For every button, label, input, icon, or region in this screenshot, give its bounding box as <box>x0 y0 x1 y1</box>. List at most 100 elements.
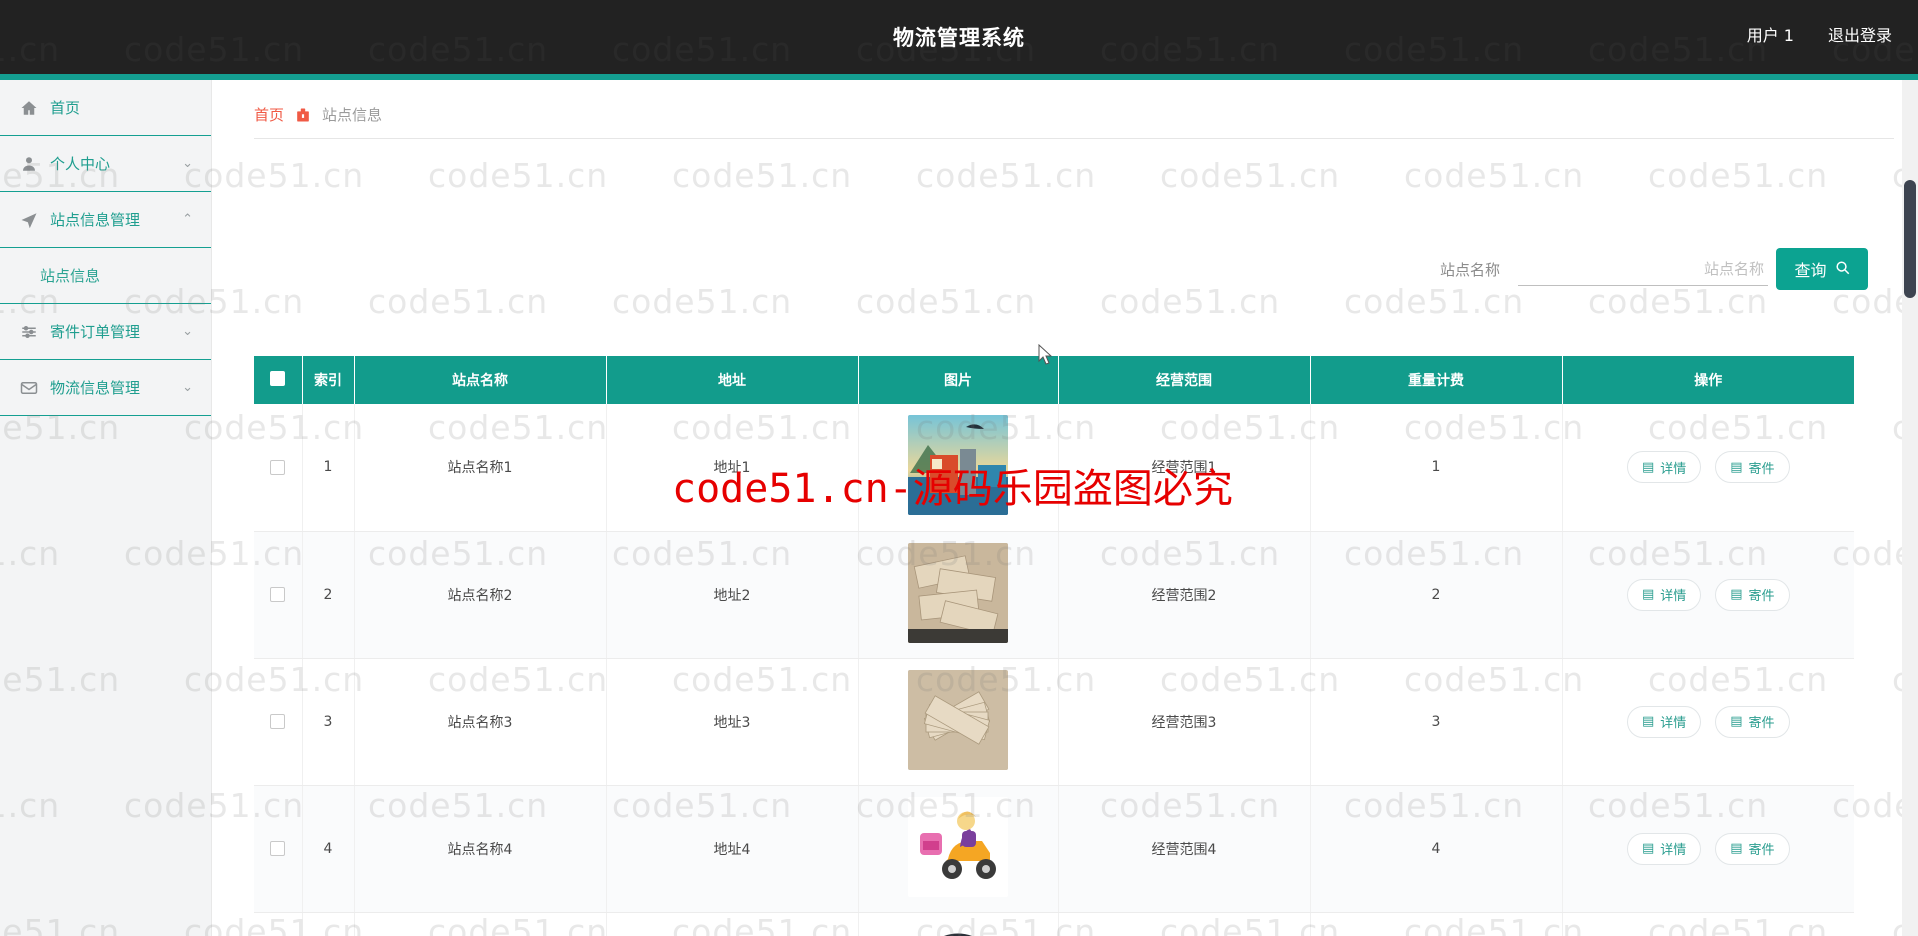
cell-image <box>858 658 1059 786</box>
sidebar-item-logistics-info-management[interactable]: 物流信息管理 ⌄ <box>0 360 211 416</box>
column-header-name[interactable]: 站点名称 <box>354 356 607 404</box>
doc-icon: ▤ <box>1730 714 1743 729</box>
column-header-address[interactable]: 地址 <box>606 356 859 404</box>
chevron-down-icon[interactable]: ⌄ <box>182 156 193 171</box>
scrollbar-thumb[interactable] <box>1904 180 1916 298</box>
cell-weight: 4 <box>1310 785 1563 913</box>
detail-button[interactable]: ▤ 详情 <box>1626 832 1702 865</box>
logout-button[interactable]: 退出登录 <box>1828 22 1892 46</box>
detail-button-label: 详情 <box>1660 461 1687 477</box>
sidebar-item-home[interactable]: 首页 <box>0 80 211 136</box>
app-window: 物流管理系统 用户 1 退出登录 首页 个人中心 ⌄ 站点信息管理 ⌃ 站点信息… <box>0 0 1918 936</box>
sidebar-item-personal-center[interactable]: 个人中心 ⌄ <box>0 136 211 192</box>
table-row[interactable]: 2 站点名称2 地址2 经营范围2 2 ▤ 详情 ▤ 寄件 <box>254 531 1854 659</box>
ship-button[interactable]: ▤ 寄件 <box>1715 451 1790 484</box>
table-header-row: 索引 站点名称 地址 图片 经营范围 重量计费 操作 <box>254 356 1854 404</box>
doc-icon: ▤ <box>1730 587 1743 602</box>
column-header-scope[interactable]: 经营范围 <box>1058 356 1311 404</box>
vertical-scrollbar[interactable] <box>1902 80 1918 936</box>
watermark-red: code51.cn-源码乐园盗图必究 <box>672 466 1233 512</box>
chevron-up-icon[interactable]: ⌃ <box>182 212 193 227</box>
sidebar-item-label: 物流信息管理 <box>50 379 141 397</box>
column-header-index[interactable]: 索引 <box>302 356 355 404</box>
cell-index: 5 <box>302 912 355 936</box>
ship-button-label: 寄件 <box>1748 716 1775 731</box>
accent-bar <box>0 74 1918 80</box>
cell-name: 站点名称5 <box>354 912 607 936</box>
column-header-weight[interactable]: 重量计费 <box>1310 356 1563 404</box>
row-checkbox[interactable] <box>270 714 286 729</box>
table-row[interactable]: 3 站点名称3 地址3 经营范围3 3 ▤ 详情 ▤ 寄件 <box>254 658 1854 786</box>
row-checkbox[interactable] <box>270 841 286 856</box>
row-select-cell <box>254 531 303 659</box>
detail-button-label: 详情 <box>1660 589 1687 604</box>
cell-actions: ▤ 详情 ▤ 寄件 <box>1562 785 1854 913</box>
cell-index: 3 <box>302 658 355 786</box>
cell-actions: ▤ 详情 ▤ 寄件 <box>1562 531 1854 659</box>
ship-button[interactable]: ▤ 寄件 <box>1715 578 1790 611</box>
select-all-checkbox[interactable] <box>270 370 286 386</box>
breadcrumb-home[interactable]: 首页 <box>254 104 284 125</box>
cell-scope: 经营范围3 <box>1058 658 1311 786</box>
cash-fan-photo[interactable] <box>908 669 1008 770</box>
row-select-cell <box>254 785 303 913</box>
cell-actions: ▤ 详情 ▤ 寄件 <box>1562 658 1854 786</box>
sidebar-item-site-info[interactable]: 站点信息 <box>0 248 211 304</box>
table-row[interactable]: 5 站点名称5 地址5 <box>254 912 1854 936</box>
detail-button-label: 详情 <box>1660 716 1687 731</box>
cell-scope: 经营范围2 <box>1058 531 1311 659</box>
doc-icon: ▤ <box>1641 587 1655 602</box>
cell-address: 地址5 <box>606 912 859 936</box>
sliders-icon <box>18 321 40 343</box>
row-select-cell <box>254 404 303 532</box>
envelope-icon <box>18 377 40 399</box>
cell-name: 站点名称1 <box>354 404 607 532</box>
search-label: 站点名称 <box>1439 260 1500 279</box>
doc-icon: ▤ <box>1641 459 1655 475</box>
search-input[interactable] <box>1518 252 1768 286</box>
cash-bundle-photo[interactable] <box>908 542 1008 643</box>
cell-name: 站点名称4 <box>354 785 607 913</box>
row-checkbox[interactable] <box>270 459 286 475</box>
detail-button[interactable]: ▤ 详情 <box>1626 705 1702 738</box>
sidebar: 首页 个人中心 ⌄ 站点信息管理 ⌃ 站点信息 寄件订单管理 ⌄ 物流信息管理 … <box>0 80 212 936</box>
home-icon <box>18 97 40 119</box>
column-header-image[interactable]: 图片 <box>858 356 1059 404</box>
cell-name: 站点名称2 <box>354 531 607 659</box>
search-icon <box>1835 260 1850 279</box>
sidebar-item-site-info-management[interactable]: 站点信息管理 ⌃ <box>0 192 211 248</box>
detail-button[interactable]: ▤ 详情 <box>1626 578 1702 611</box>
row-select-cell <box>254 658 303 786</box>
query-button-label: 查询 <box>1794 261 1827 280</box>
sidebar-item-label: 站点信息管理 <box>50 211 141 229</box>
sidebar-item-label: 首页 <box>50 99 81 117</box>
user-label[interactable]: 用户 1 <box>1747 22 1794 46</box>
cell-address: 地址3 <box>606 658 859 786</box>
doc-icon: ▤ <box>1641 841 1655 856</box>
cell-weight: 1 <box>1310 404 1563 532</box>
ship-button[interactable]: ▤ 寄件 <box>1715 832 1790 865</box>
cell-actions: ▤ 详情 ▤ 寄件 <box>1562 404 1854 532</box>
column-header-actions: 操作 <box>1562 356 1854 404</box>
breadcrumb: 首页 站点信息 <box>254 104 382 125</box>
doc-icon: ▤ <box>1730 459 1743 475</box>
cell-name: 站点名称3 <box>354 658 607 786</box>
detail-button[interactable]: ▤ 详情 <box>1626 451 1702 484</box>
sidebar-item-label: 寄件订单管理 <box>50 323 141 341</box>
query-button[interactable]: 查询 <box>1776 248 1868 290</box>
cell-scope: 经营范围5 <box>1058 912 1311 936</box>
row-checkbox[interactable] <box>270 587 286 602</box>
user-icon <box>18 153 40 175</box>
breadcrumb-current: 站点信息 <box>322 106 383 124</box>
chevron-down-icon[interactable]: ⌄ <box>182 324 193 339</box>
cell-weight: 5 <box>1310 912 1563 936</box>
truck-circle-icon[interactable] <box>908 923 1008 936</box>
ship-button[interactable]: ▤ 寄件 <box>1715 705 1790 738</box>
table-row[interactable]: 4 站点名称4 地址4 经营范围4 4 ▤ 详情 ▤ 寄件 <box>254 785 1854 913</box>
cell-index: 1 <box>302 404 355 532</box>
chevron-down-icon[interactable]: ⌄ <box>182 380 193 395</box>
sidebar-item-shipping-order-management[interactable]: 寄件订单管理 ⌄ <box>0 304 211 360</box>
ship-button-label: 寄件 <box>1748 461 1775 477</box>
send-icon <box>18 209 40 231</box>
scooter-courier-illustration[interactable] <box>908 796 1008 897</box>
